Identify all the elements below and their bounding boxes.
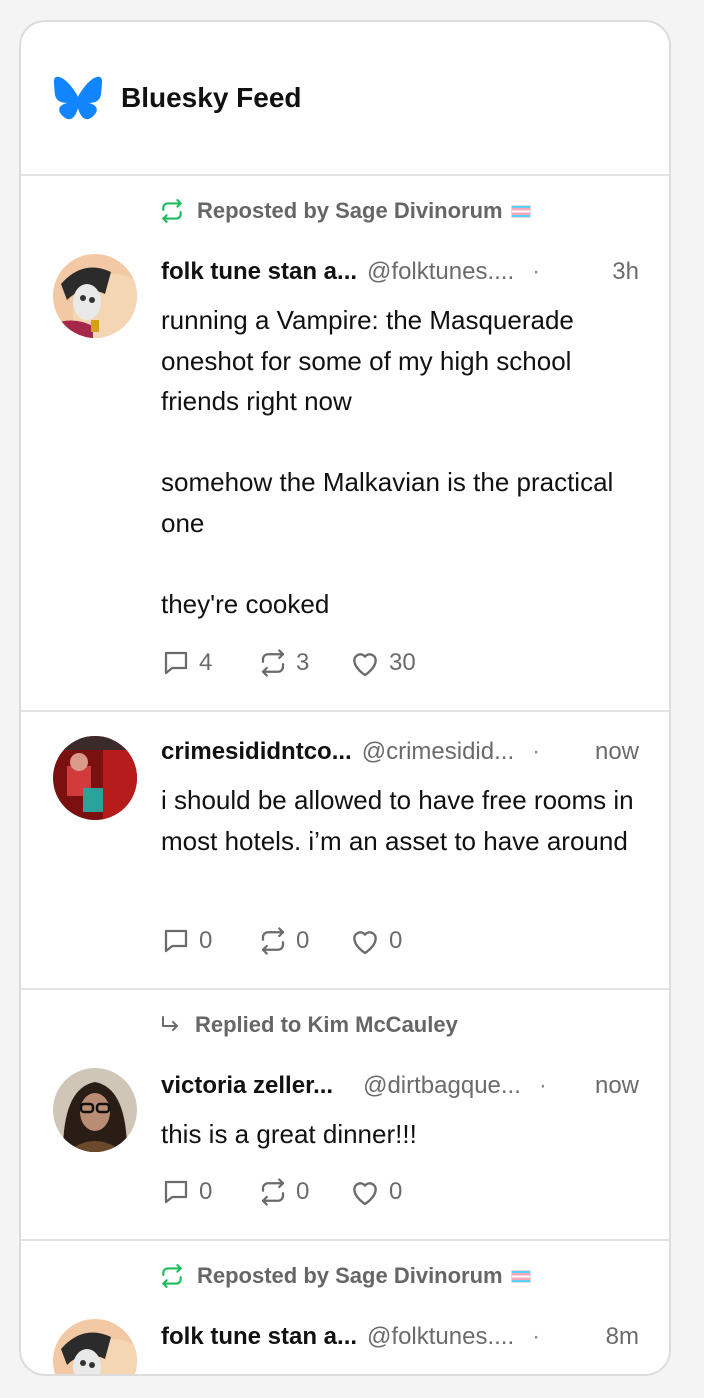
reply-icon	[164, 651, 188, 675]
reply-count: 0	[199, 927, 213, 954]
like-button[interactable]: 0	[349, 926, 402, 956]
avatar[interactable]	[53, 1319, 137, 1374]
author-name[interactable]: victoria zeller...	[161, 1072, 333, 1100]
post-actions: 0 0 0	[161, 1177, 402, 1207]
separator-dot: ·	[532, 1323, 541, 1350]
author-name[interactable]: folk tune stan a...	[161, 258, 357, 286]
repost-button[interactable]: 3	[258, 648, 349, 678]
post-meta: victoria zeller... @dirtbagque... · now	[161, 1072, 639, 1100]
avatar[interactable]	[53, 254, 137, 338]
repost-context[interactable]: Reposted by Sage Divinorum	[159, 1263, 531, 1289]
reply-button[interactable]: 4	[161, 648, 258, 678]
heart-icon	[353, 1182, 377, 1206]
repost-label: Reposted by Sage Divinorum	[197, 198, 503, 223]
author-name[interactable]: folk tune stan a...	[161, 1323, 357, 1351]
reply-count: 4	[199, 649, 213, 676]
reply-arrow-icon	[162, 1016, 178, 1031]
reply-icon	[164, 1180, 188, 1204]
author-name[interactable]: crimesididntco...	[161, 738, 352, 766]
author-handle[interactable]: @folktunes....	[367, 258, 514, 286]
post-meta: folk tune stan a... @folktunes.... · 3h	[161, 258, 639, 286]
repost-context[interactable]: Reposted by Sage Divinorum	[159, 198, 531, 224]
post-actions: 0 0 0	[161, 926, 402, 956]
feed-post[interactable]: Reposted by Sage Divinorum folk tune sta…	[21, 176, 669, 712]
post-text: this is a great dinner!!!	[161, 1119, 417, 1149]
reply-count: 0	[199, 1178, 213, 1205]
repost-count: 0	[296, 1178, 310, 1205]
repost-icon	[261, 927, 285, 955]
repost-icon	[162, 199, 182, 223]
heart-icon	[353, 931, 377, 955]
like-count: 0	[389, 927, 403, 954]
like-button[interactable]: 0	[349, 1177, 402, 1207]
flag-icon	[510, 204, 531, 218]
like-count: 30	[389, 649, 416, 676]
feed-post[interactable]: Replied to Kim McCauley victoria zeller.…	[21, 990, 669, 1241]
post-time[interactable]: now	[595, 738, 639, 766]
post-meta: folk tune stan a... @folktunes.... · 8m	[161, 1323, 639, 1351]
post-time[interactable]: 8m	[606, 1323, 639, 1351]
reply-context[interactable]: Replied to Kim McCauley	[159, 1012, 458, 1038]
like-count: 0	[389, 1178, 403, 1205]
post-text: running a Vampire: the Masquerade onesho…	[161, 305, 614, 619]
feed-post[interactable]: crimesididntco... @crimesidid... · now i…	[21, 712, 669, 990]
repost-icon	[162, 1264, 182, 1288]
separator-dot: ·	[532, 258, 541, 285]
feed-header: Bluesky Feed	[21, 22, 669, 176]
post-actions: 4 3 30	[161, 648, 416, 678]
separator-dot: ·	[532, 738, 541, 765]
separator-dot: ·	[538, 1072, 547, 1099]
feed-card: Bluesky Feed Reposted by Sage Divinorum …	[19, 20, 671, 1376]
repost-button[interactable]: 0	[258, 926, 349, 956]
butterfly-icon	[53, 76, 103, 120]
author-handle[interactable]: @dirtbagque...	[363, 1072, 521, 1100]
post-time[interactable]: 3h	[612, 258, 639, 286]
post-text: i should be allowed to have free rooms i…	[161, 785, 641, 856]
feed-post[interactable]: Reposted by Sage Divinorum folk tune sta…	[21, 1241, 669, 1374]
like-button[interactable]: 30	[349, 648, 416, 678]
post-text: Also the Doctor Faceless Vent...	[161, 1365, 639, 1374]
reply-button[interactable]: 0	[161, 1177, 258, 1207]
repost-label: Reposted by Sage Divinorum	[197, 1263, 503, 1288]
author-handle[interactable]: @folktunes....	[367, 1323, 514, 1351]
repost-icon	[261, 1178, 285, 1206]
repost-button[interactable]: 0	[258, 1177, 349, 1207]
post-meta: crimesididntco... @crimesidid... · now	[161, 738, 639, 766]
reply-icon	[164, 929, 188, 953]
reply-context-label: Replied to Kim McCauley	[195, 1012, 458, 1037]
feed-title: Bluesky Feed	[121, 82, 302, 113]
heart-icon	[353, 653, 377, 677]
flag-icon	[510, 1269, 531, 1283]
avatar[interactable]	[53, 736, 137, 820]
repost-count: 3	[296, 649, 310, 676]
avatar[interactable]	[53, 1068, 137, 1152]
repost-icon	[261, 649, 285, 677]
post-time[interactable]: now	[595, 1072, 639, 1100]
repost-count: 0	[296, 927, 310, 954]
reply-button[interactable]: 0	[161, 926, 258, 956]
author-handle[interactable]: @crimesidid...	[362, 738, 514, 766]
